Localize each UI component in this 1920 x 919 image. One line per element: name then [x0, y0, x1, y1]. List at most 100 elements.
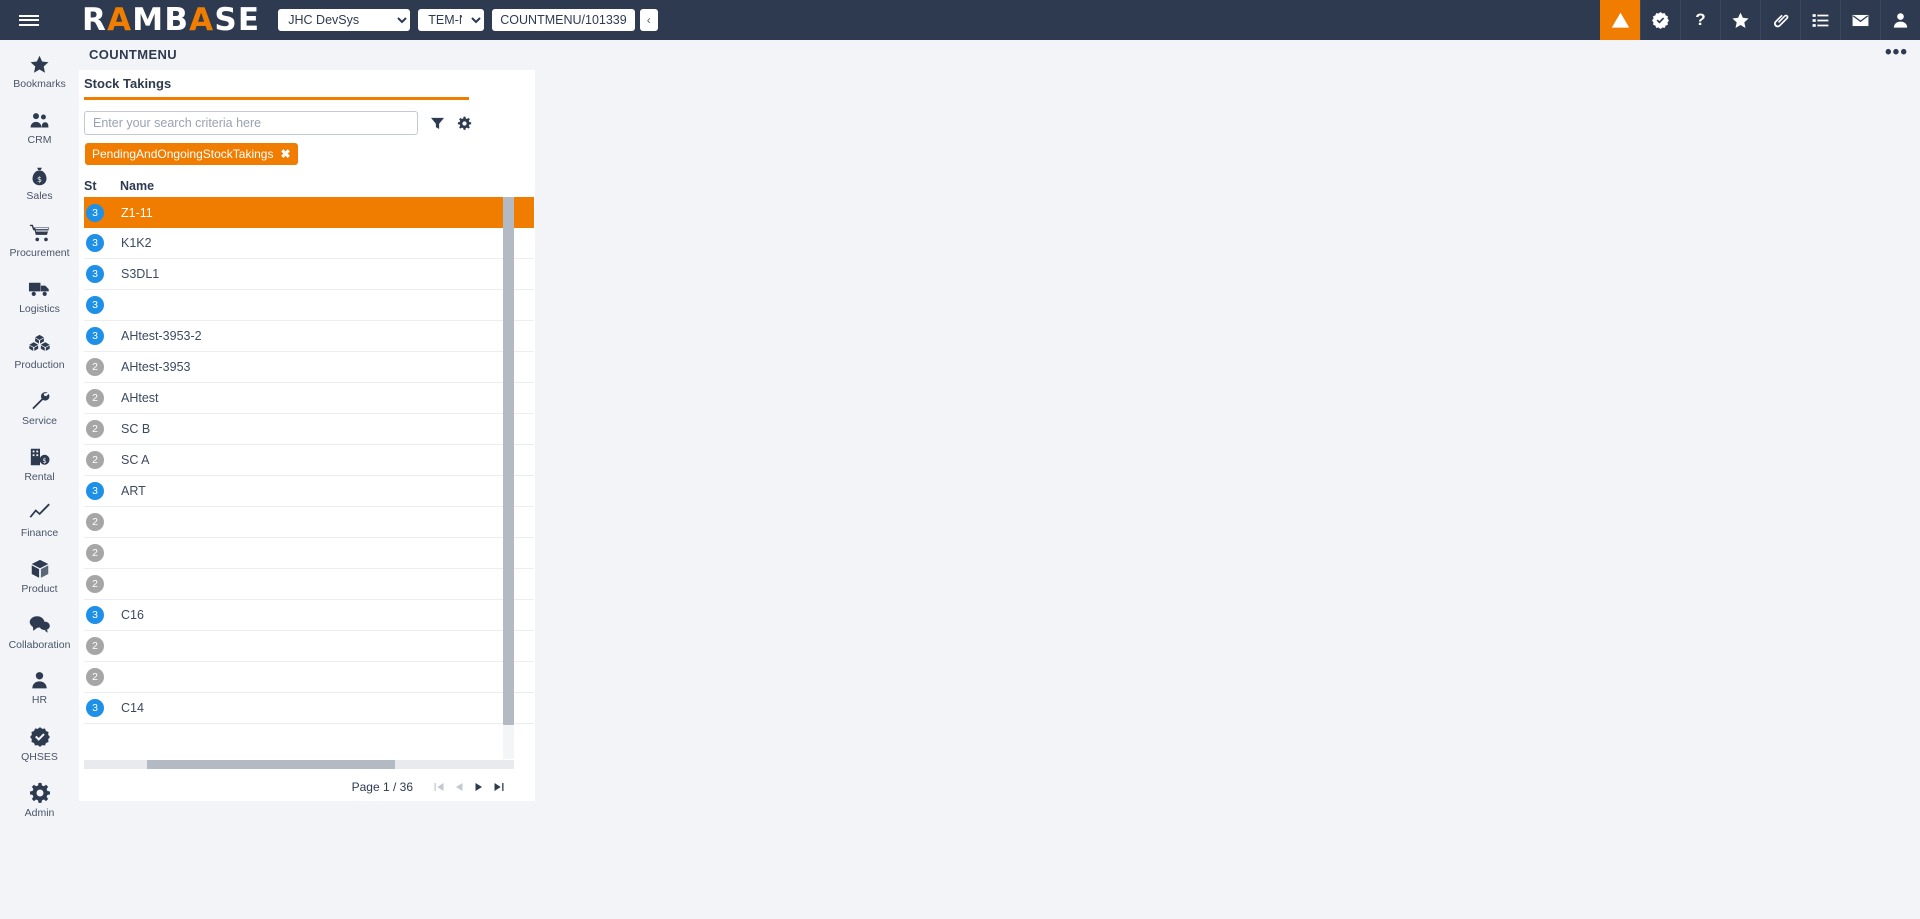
- header-icon-group: ?: [1600, 0, 1920, 40]
- table-row[interactable]: 2: [84, 662, 534, 693]
- horizontal-scrollbar-thumb[interactable]: [147, 760, 395, 769]
- sidebar-item-label: Logistics: [19, 303, 60, 315]
- status-badge: 3: [86, 606, 104, 624]
- sidebar-item-rental[interactable]: $ Rental: [0, 436, 79, 492]
- last-page-button[interactable]: [489, 777, 509, 797]
- status-badge: 2: [86, 575, 104, 593]
- status-badge: 3: [86, 296, 104, 314]
- alert-warning-icon[interactable]: [1600, 0, 1640, 40]
- context-menu-ellipsis-icon[interactable]: •••: [1885, 43, 1908, 62]
- user-account-icon[interactable]: [1880, 0, 1920, 40]
- sidebar-item-procurement[interactable]: Procurement: [0, 212, 79, 268]
- shopping-cart-icon: [29, 224, 49, 241]
- status-badge: 2: [86, 668, 104, 686]
- close-icon[interactable]: ✖: [280, 147, 290, 161]
- sidebar-item-crm[interactable]: CRM: [0, 100, 79, 156]
- next-page-button[interactable]: [469, 777, 489, 797]
- table-row[interactable]: 3: [84, 290, 534, 321]
- table-row[interactable]: 2: [84, 507, 534, 538]
- document-id-field[interactable]: COUNTMENU/101339: [492, 9, 635, 31]
- sidebar-item-hr[interactable]: HR: [0, 660, 79, 716]
- previous-page-button[interactable]: [449, 777, 469, 797]
- chat-bubbles-icon: [29, 616, 50, 633]
- gear-icon[interactable]: [457, 116, 472, 131]
- active-filter-chip[interactable]: PendingAndOngoingStockTakings ✖: [85, 143, 298, 165]
- unit-selector[interactable]: TEM-NO: [418, 9, 485, 31]
- status-badge: 3: [86, 482, 104, 500]
- table-row[interactable]: 3 K1K2: [84, 228, 534, 259]
- sidebar-item-bookmarks[interactable]: Bookmarks: [0, 44, 79, 100]
- row-name-cell: SC A: [121, 453, 150, 467]
- list-tasks-icon[interactable]: [1800, 0, 1840, 40]
- rambase-logo[interactable]: RAMBASE: [82, 2, 260, 38]
- row-name-cell: K1K2: [121, 236, 152, 250]
- table-row[interactable]: 3 C16: [84, 600, 534, 631]
- row-name-cell: AHtest-3953: [121, 360, 191, 374]
- sidebar-item-finance[interactable]: Finance: [0, 492, 79, 548]
- pagination-controls: Page 1 / 36: [84, 773, 514, 801]
- sidebar-item-label: Procurement: [9, 246, 70, 259]
- sidebar-item-qhses[interactable]: QHSES: [0, 716, 79, 772]
- main-content-area: COUNTMENU ••• Stock Takings PendingAndOn…: [79, 40, 1920, 919]
- tab-stock-takings[interactable]: Stock Takings: [79, 70, 535, 100]
- status-badge: 3: [86, 699, 104, 717]
- search-input[interactable]: [84, 111, 418, 135]
- table-row[interactable]: 3 C14: [84, 693, 534, 724]
- status-badge: 2: [86, 389, 104, 407]
- sidebar-item-collaboration[interactable]: Collaboration: [0, 604, 79, 660]
- company-selector[interactable]: JHC DevSys: [278, 9, 411, 31]
- stock-takings-table-body: 3 Z1-11 3 K1K2 3 S3DL1 3 3 AHtest-3953-2 2 AHtest-…: [84, 197, 534, 759]
- sidebar-item-label: Production: [14, 359, 65, 371]
- collapse-chevron-icon[interactable]: ‹: [639, 9, 658, 31]
- paperclip-attachment-icon[interactable]: [1760, 0, 1800, 40]
- table-row[interactable]: 2: [84, 538, 534, 569]
- star-favorite-icon[interactable]: [1720, 0, 1760, 40]
- status-badge: 3: [86, 234, 104, 252]
- status-badge: 2: [86, 513, 104, 531]
- vertical-scrollbar[interactable]: [503, 197, 514, 759]
- table-row[interactable]: 3 ART: [84, 476, 534, 507]
- status-badge: 2: [86, 544, 104, 562]
- check-badge-icon[interactable]: [1640, 0, 1680, 40]
- table-row[interactable]: 2 SC A: [84, 445, 534, 476]
- row-name-cell: AHtest-3953-2: [121, 329, 202, 343]
- table-row[interactable]: 2: [84, 569, 534, 600]
- table-row[interactable]: 3 Z1-11: [84, 197, 534, 228]
- sidebar-item-logistics[interactable]: Logistics: [0, 268, 79, 324]
- table-row[interactable]: 3 AHtest-3953-2: [84, 321, 534, 352]
- sidebar-item-production[interactable]: Production: [0, 324, 79, 380]
- envelope-mail-icon[interactable]: [1840, 0, 1880, 40]
- sidebar-item-admin[interactable]: Admin: [0, 772, 79, 828]
- row-name-cell: AHtest: [121, 391, 159, 405]
- table-row[interactable]: 3 S3DL1: [84, 259, 534, 290]
- status-badge: 3: [86, 203, 104, 222]
- row-name-cell: C16: [121, 608, 144, 622]
- table-row[interactable]: 2 SC B: [84, 414, 534, 445]
- vertical-scrollbar-thumb[interactable]: [503, 197, 514, 725]
- column-header-st[interactable]: St: [84, 179, 120, 193]
- column-header-name[interactable]: Name: [120, 179, 154, 193]
- main-navigation-sidebar: Bookmarks CRM $ Sales Procurement Logist…: [0, 40, 79, 919]
- status-badge: 2: [86, 637, 104, 655]
- people-icon: [30, 113, 49, 128]
- table-row[interactable]: 2: [84, 631, 534, 662]
- money-bag-icon: $: [32, 167, 47, 186]
- sidebar-item-label: Service: [21, 414, 57, 427]
- sidebar-item-sales[interactable]: $ Sales: [0, 156, 79, 212]
- sidebar-item-product[interactable]: Product: [0, 548, 79, 604]
- check-badge-icon: [29, 726, 50, 747]
- hamburger-menu-icon[interactable]: [0, 0, 58, 40]
- table-row[interactable]: 2 AHtest-3953: [84, 352, 534, 383]
- panel-footer-spacer: [79, 801, 535, 919]
- logo-part-3: SE: [214, 2, 261, 38]
- row-name-cell: SC B: [121, 422, 151, 436]
- help-question-icon[interactable]: ?: [1680, 0, 1720, 40]
- sidebar-item-label: Finance: [20, 527, 59, 539]
- table-row[interactable]: 2 AHtest: [84, 383, 534, 414]
- sidebar-item-label: HR: [31, 694, 48, 706]
- sidebar-item-service[interactable]: Service: [0, 380, 79, 436]
- funnel-filter-icon[interactable]: [430, 116, 445, 131]
- cube-icon: [31, 559, 48, 578]
- horizontal-scrollbar[interactable]: [84, 760, 514, 769]
- first-page-button[interactable]: [429, 777, 449, 797]
